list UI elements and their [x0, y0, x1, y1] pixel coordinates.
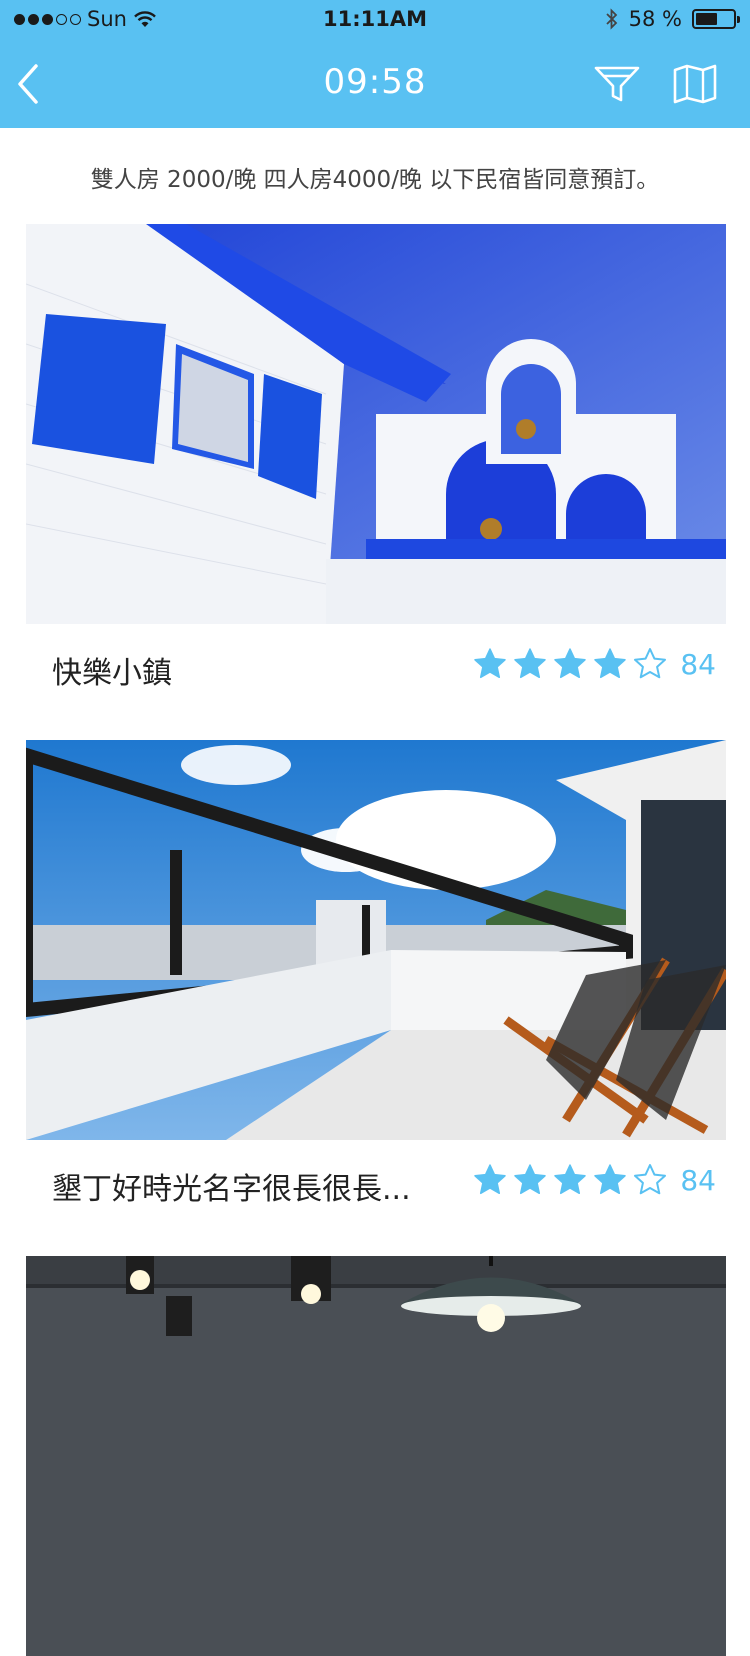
star-rating: 84 [472, 1162, 716, 1198]
star-filled-icon [514, 648, 547, 679]
review-count: 84 [680, 647, 716, 681]
listing-photo[interactable] [26, 1256, 726, 1656]
star-filled-icon [594, 1164, 627, 1195]
battery-icon [692, 9, 740, 29]
listing-photo[interactable] [26, 740, 726, 1140]
listing-name[interactable]: 快樂小鎮 [52, 648, 172, 692]
listing-name[interactable]: 墾丁好時光名字很長很長... [52, 1164, 411, 1208]
interior-lamps-photo [26, 1256, 726, 1656]
star-filled-icon [474, 648, 507, 679]
status-right: 58 % [605, 7, 740, 31]
listing-card[interactable]: 快樂小鎮 84 [26, 224, 726, 691]
star-empty-icon [634, 648, 667, 679]
listing-card[interactable] [26, 1256, 726, 1656]
review-count: 84 [680, 1163, 716, 1197]
filter-funnel-icon[interactable] [592, 62, 642, 106]
bell-tower-photo [26, 224, 726, 624]
status-bar: Sun 11:11AM 58 % [0, 0, 750, 40]
map-icon[interactable] [672, 64, 718, 104]
star-filled-icon [594, 648, 627, 679]
star-filled-icon [554, 648, 587, 679]
rooftop-terrace-photo [26, 740, 726, 1140]
star-rating: 84 [472, 646, 716, 682]
listing-photo[interactable] [26, 224, 726, 624]
nav-bar: 09:58 [0, 40, 750, 128]
battery-level [696, 13, 717, 25]
listing-card[interactable]: 墾丁好時光名字很長很長... 84 [26, 740, 726, 1207]
star-filled-icon [474, 1164, 507, 1195]
star-empty-icon [634, 1164, 667, 1195]
battery-percent: 58 % [628, 7, 682, 31]
star-filled-icon [514, 1164, 547, 1195]
pricing-notice: 雙人房 2000/晚 四人房4000/晚 以下民宿皆同意預訂。 [90, 167, 660, 193]
bluetooth-icon [606, 8, 617, 30]
star-filled-icon [554, 1164, 587, 1195]
